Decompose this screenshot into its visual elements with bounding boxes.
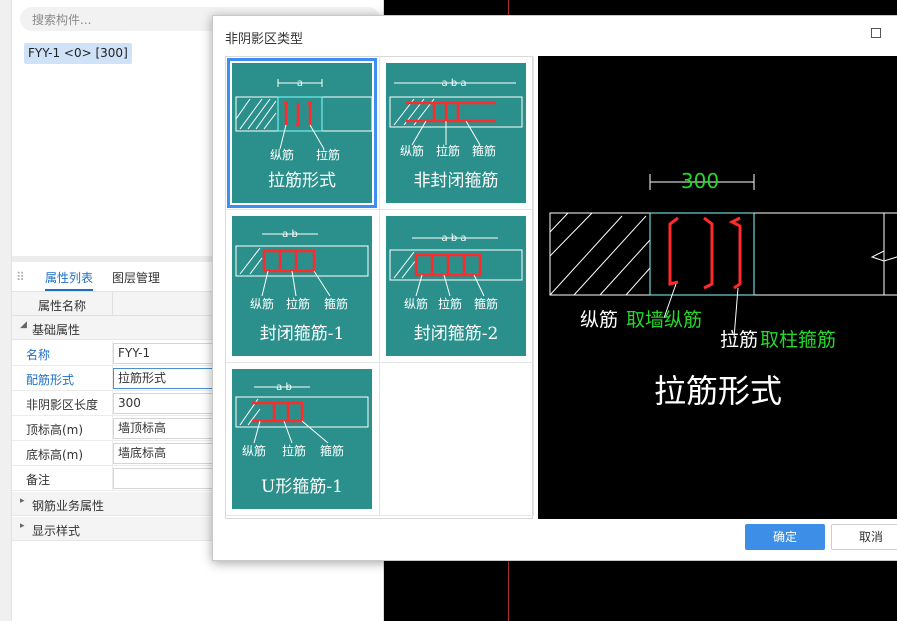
collapse-icon[interactable]: ◢ xyxy=(20,320,27,330)
preview-label-tie: 拉筋 xyxy=(720,329,758,351)
card-caption: 封闭箍筋-2 xyxy=(413,324,499,344)
tab-property-list[interactable]: 属性列表 xyxy=(45,269,94,291)
card-tie-bar-form[interactable]: a 纵筋 拉筋 拉筋形式 xyxy=(227,58,377,208)
svg-text:拉筋: 拉筋 xyxy=(436,143,460,158)
svg-text:拉筋: 拉筋 xyxy=(286,296,310,311)
card-closed-stirrup-2[interactable]: a b a 纵筋 拉筋 箍筋 封闭箍筋-2 xyxy=(386,216,526,356)
label-tie: 拉筋 xyxy=(316,147,340,162)
svg-text:箍筋: 箍筋 xyxy=(320,443,344,458)
type-preview: 300 纵筋 取墙纵筋 拉筋 取柱箍筋 拉筋形式 xyxy=(538,56,897,519)
preview-drawing: 300 纵筋 取墙纵筋 拉筋 取柱箍筋 拉筋形式 xyxy=(549,169,897,410)
component-tree-item[interactable]: FYY-1 <0> [300] xyxy=(24,43,132,64)
non-shadow-area-type-dialog: 非阴影区类型 a 纵筋 拉筋 拉筋形式 a b a 纵筋 拉筋 箍筋 非封闭箍筋… xyxy=(212,15,897,561)
card-caption: 非封闭箍筋 xyxy=(413,171,499,191)
preview-label-wall-rebar: 取墙纵筋 xyxy=(626,309,702,331)
type-grid: a 纵筋 拉筋 拉筋形式 a b a 纵筋 拉筋 箍筋 非封闭箍筋 a b 纵筋… xyxy=(225,56,534,519)
tab-layer-management[interactable]: 图层管理 xyxy=(112,269,160,291)
preview-label-longitudinal: 纵筋 xyxy=(580,309,618,331)
svg-text:纵筋: 纵筋 xyxy=(404,296,428,311)
dimension-label: a b xyxy=(282,229,298,240)
svg-text:纵筋: 纵筋 xyxy=(250,296,274,311)
maximize-icon[interactable] xyxy=(871,28,881,38)
card-open-stirrup[interactable]: a b a 纵筋 拉筋 箍筋 非封闭箍筋 xyxy=(386,63,526,203)
svg-text:拉筋: 拉筋 xyxy=(438,296,462,311)
drag-handle-icon[interactable]: ⠿ xyxy=(16,270,25,284)
label-longitudinal: 纵筋 xyxy=(270,147,294,162)
svg-text:纵筋: 纵筋 xyxy=(400,143,424,158)
search-placeholder: 搜索构件... xyxy=(32,13,92,27)
dimension-label: a b a xyxy=(442,233,467,244)
dimension-300: 300 xyxy=(681,169,719,193)
card-caption: 拉筋形式 xyxy=(268,171,336,191)
svg-text:箍筋: 箍筋 xyxy=(324,296,348,311)
card-caption: 封闭箍筋-1 xyxy=(259,324,345,344)
preview-title: 拉筋形式 xyxy=(654,372,782,410)
svg-text:纵筋: 纵筋 xyxy=(242,443,266,458)
cancel-button[interactable]: 取消 xyxy=(831,524,897,550)
preview-label-column-stirrup: 取柱箍筋 xyxy=(760,329,836,351)
expand-icon[interactable]: ▸ xyxy=(20,496,25,506)
card-closed-stirrup-1[interactable]: a b 纵筋 拉筋 箍筋 封闭箍筋-1 xyxy=(232,216,372,356)
svg-text:箍筋: 箍筋 xyxy=(472,143,496,158)
dimension-label: a xyxy=(297,78,303,89)
dimension-label: a b a xyxy=(442,78,467,89)
left-gutter xyxy=(0,0,12,621)
expand-icon[interactable]: ▸ xyxy=(20,521,25,531)
column-name: 属性名称 xyxy=(38,299,87,313)
card-u-stirrup-1[interactable]: a b 纵筋 拉筋 箍筋 U形箍筋-1 xyxy=(232,369,372,509)
svg-text:箍筋: 箍筋 xyxy=(474,296,498,311)
dialog-title: 非阴影区类型 xyxy=(225,32,304,47)
dimension-label: a b xyxy=(276,382,292,393)
svg-text:拉筋: 拉筋 xyxy=(282,443,306,458)
ok-button[interactable]: 确定 xyxy=(745,524,825,550)
card-caption: U形箍筋-1 xyxy=(261,477,343,497)
empty-cell xyxy=(380,363,534,516)
